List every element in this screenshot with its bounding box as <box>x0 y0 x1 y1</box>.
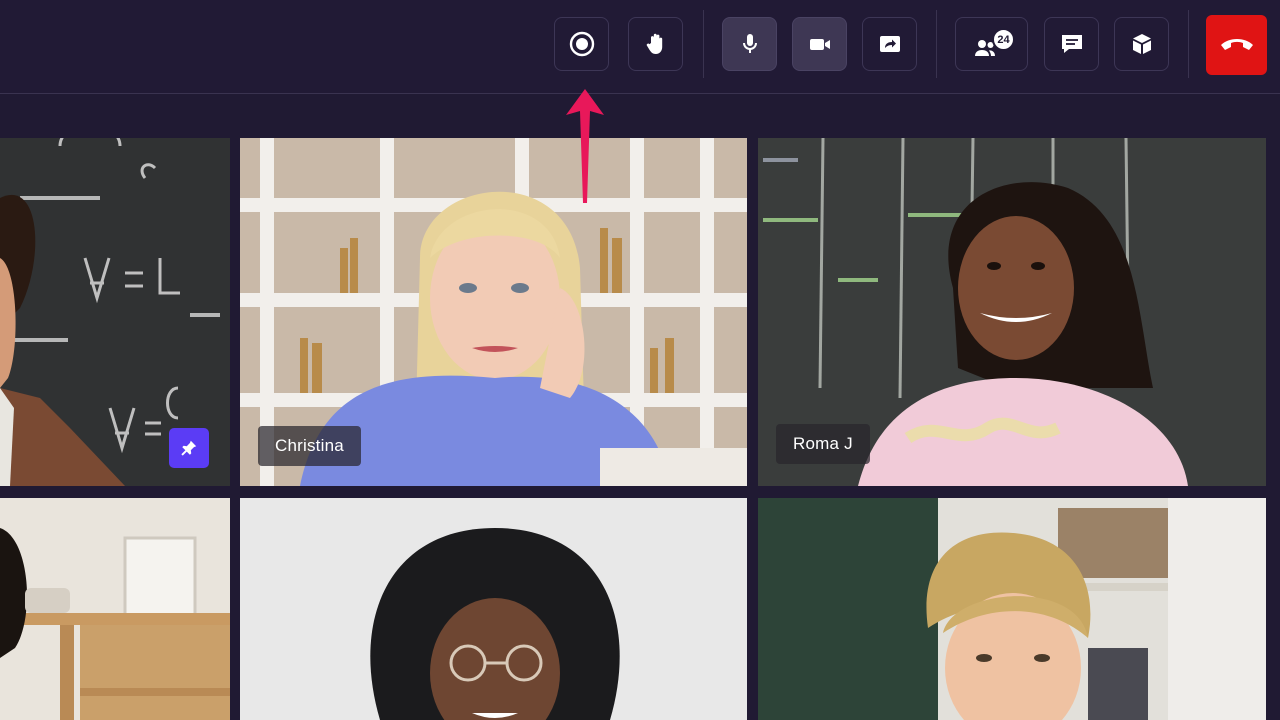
pinned-indicator[interactable] <box>169 428 209 468</box>
annotation-arrow-icon <box>566 89 604 203</box>
microphone-icon <box>742 34 757 53</box>
toolbar-divider <box>1188 10 1189 78</box>
participant-tile[interactable]: Christina <box>240 138 747 486</box>
camera-button[interactable] <box>792 17 847 71</box>
raise-hand-button[interactable] <box>628 17 683 71</box>
video-feed <box>240 498 747 720</box>
participant-tile[interactable]: Roma J <box>758 138 1266 486</box>
meeting-toolbar: 24 <box>0 0 1280 94</box>
pin-icon <box>181 440 197 456</box>
hand-icon <box>646 33 662 54</box>
screen-share-icon <box>879 36 900 52</box>
video-feed <box>0 498 230 720</box>
share-screen-button[interactable] <box>862 17 917 71</box>
record-icon <box>569 31 594 57</box>
participant-count-badge: 24 <box>992 28 1015 51</box>
apps-button[interactable] <box>1114 17 1169 71</box>
participant-tile[interactable] <box>0 498 230 720</box>
chat-icon <box>1061 35 1082 53</box>
video-grid: Christina Roma J <box>0 94 1280 720</box>
participant-tile[interactable] <box>758 498 1266 720</box>
participant-name-label: Christina <box>258 426 361 466</box>
record-button[interactable] <box>554 17 609 71</box>
participant-tile[interactable] <box>240 498 747 720</box>
toolbar-divider <box>703 10 704 78</box>
participant-tile[interactable] <box>0 138 230 486</box>
cube-icon <box>1132 34 1151 54</box>
video-feed <box>758 498 1266 720</box>
participant-name-label: Roma J <box>776 424 870 464</box>
toolbar-divider <box>936 10 937 78</box>
chat-button[interactable] <box>1044 17 1099 71</box>
microphone-button[interactable] <box>722 17 777 71</box>
participants-button[interactable]: 24 <box>955 17 1028 71</box>
end-call-button[interactable] <box>1206 15 1267 75</box>
video-camera-icon <box>809 39 830 50</box>
phone-hangup-icon <box>1220 39 1253 50</box>
